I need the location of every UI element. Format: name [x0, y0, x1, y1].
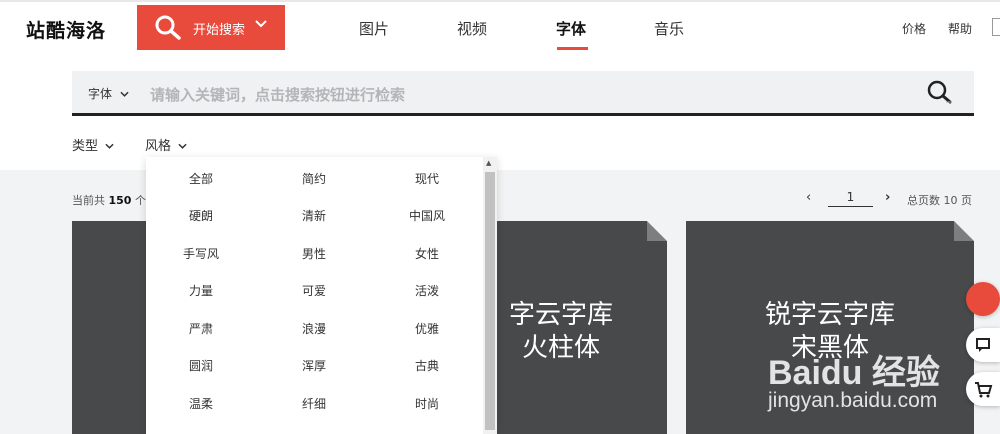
style-option[interactable]: 全部: [151, 170, 251, 187]
result-count-number: 150: [108, 194, 132, 207]
style-option[interactable]: 清新: [264, 207, 364, 224]
search-bar: 字体 请输入关键词，点击搜索按钮进行检索: [72, 71, 974, 116]
style-option[interactable]: 严肃: [151, 320, 251, 337]
scroll-up-arrow[interactable]: ▲: [486, 159, 491, 167]
style-dropdown: 全部 简约 现代 硬朗 清新 中国风 手写风 男性 女性 力量 可爱 活泼 严肃…: [146, 157, 497, 434]
style-option[interactable]: 简约: [264, 170, 364, 187]
result-count-prefix: 当前共: [72, 194, 105, 207]
result-count: 当前共 150 个: [72, 192, 146, 208]
filter-style[interactable]: 风格: [145, 135, 187, 154]
chevron-down-icon: [255, 18, 267, 34]
style-option[interactable]: 力量: [151, 282, 251, 299]
style-option[interactable]: 纤细: [264, 395, 364, 412]
help-link[interactable]: 帮助: [948, 20, 972, 37]
search-category-label: 字体: [88, 87, 113, 101]
baidu-watermark-url: jingyan.baidu.com: [768, 389, 938, 412]
search-icon: [155, 15, 181, 40]
chevron-down-icon: [105, 143, 114, 149]
result-count-suffix: 个: [134, 194, 146, 207]
chevron-down-icon: [178, 143, 187, 149]
search-category-select[interactable]: 字体: [88, 85, 129, 102]
pager-next-button[interactable]: ›: [885, 190, 890, 205]
gift-icon[interactable]: [966, 282, 1000, 316]
filter-type-label: 类型: [72, 139, 99, 154]
filter-style-label: 风格: [145, 139, 172, 154]
top-border: [0, 0, 1000, 2]
nav-active-indicator: [557, 47, 588, 50]
style-option[interactable]: 浪漫: [264, 320, 364, 337]
start-search-button[interactable]: 开始搜索: [137, 5, 285, 50]
search-icon[interactable]: [926, 79, 954, 107]
site-logo[interactable]: 站酷海洛: [26, 16, 106, 43]
style-option[interactable]: 中国风: [377, 207, 477, 224]
dropdown-scrollbar-thumb[interactable]: [485, 172, 495, 430]
chevron-down-icon: [120, 91, 129, 97]
style-option[interactable]: 优雅: [377, 320, 477, 337]
style-option[interactable]: 古典: [377, 357, 477, 374]
user-icon[interactable]: [992, 18, 1000, 36]
style-option[interactable]: 温柔: [151, 395, 251, 412]
pager-prev-button[interactable]: ‹: [806, 190, 811, 205]
nav-item-fonts[interactable]: 字体: [556, 18, 586, 39]
style-option[interactable]: 时尚: [377, 395, 477, 412]
nav-item-images[interactable]: 图片: [359, 18, 389, 39]
cart-icon[interactable]: [966, 372, 1000, 406]
filter-type[interactable]: 类型: [72, 135, 114, 154]
start-search-label: 开始搜索: [193, 23, 246, 38]
card-fold: [647, 221, 667, 241]
style-option[interactable]: 活泼: [377, 282, 477, 299]
nav-item-music[interactable]: 音乐: [654, 18, 684, 39]
pager-page-input[interactable]: 1: [828, 190, 873, 207]
nav-item-video[interactable]: 视频: [457, 18, 487, 39]
style-option[interactable]: 硬朗: [151, 207, 251, 224]
chat-icon[interactable]: [966, 328, 1000, 362]
style-option[interactable]: 手写风: [151, 245, 251, 262]
search-input[interactable]: 请输入关键词，点击搜索按钮进行检索: [150, 84, 405, 105]
style-option[interactable]: 圆润: [151, 357, 251, 374]
style-option[interactable]: 可爱: [264, 282, 364, 299]
style-option[interactable]: 女性: [377, 245, 477, 262]
font-card-title-line: 锐字云字库: [764, 300, 895, 330]
baidu-watermark: Baidu 经验: [768, 354, 940, 392]
style-option[interactable]: 现代: [377, 170, 477, 187]
style-option[interactable]: 男性: [264, 245, 364, 262]
card-fold: [954, 221, 974, 241]
pager-total: 总页数 10 页: [907, 194, 972, 207]
style-option[interactable]: 浑厚: [264, 357, 364, 374]
pricing-link[interactable]: 价格: [902, 20, 926, 37]
